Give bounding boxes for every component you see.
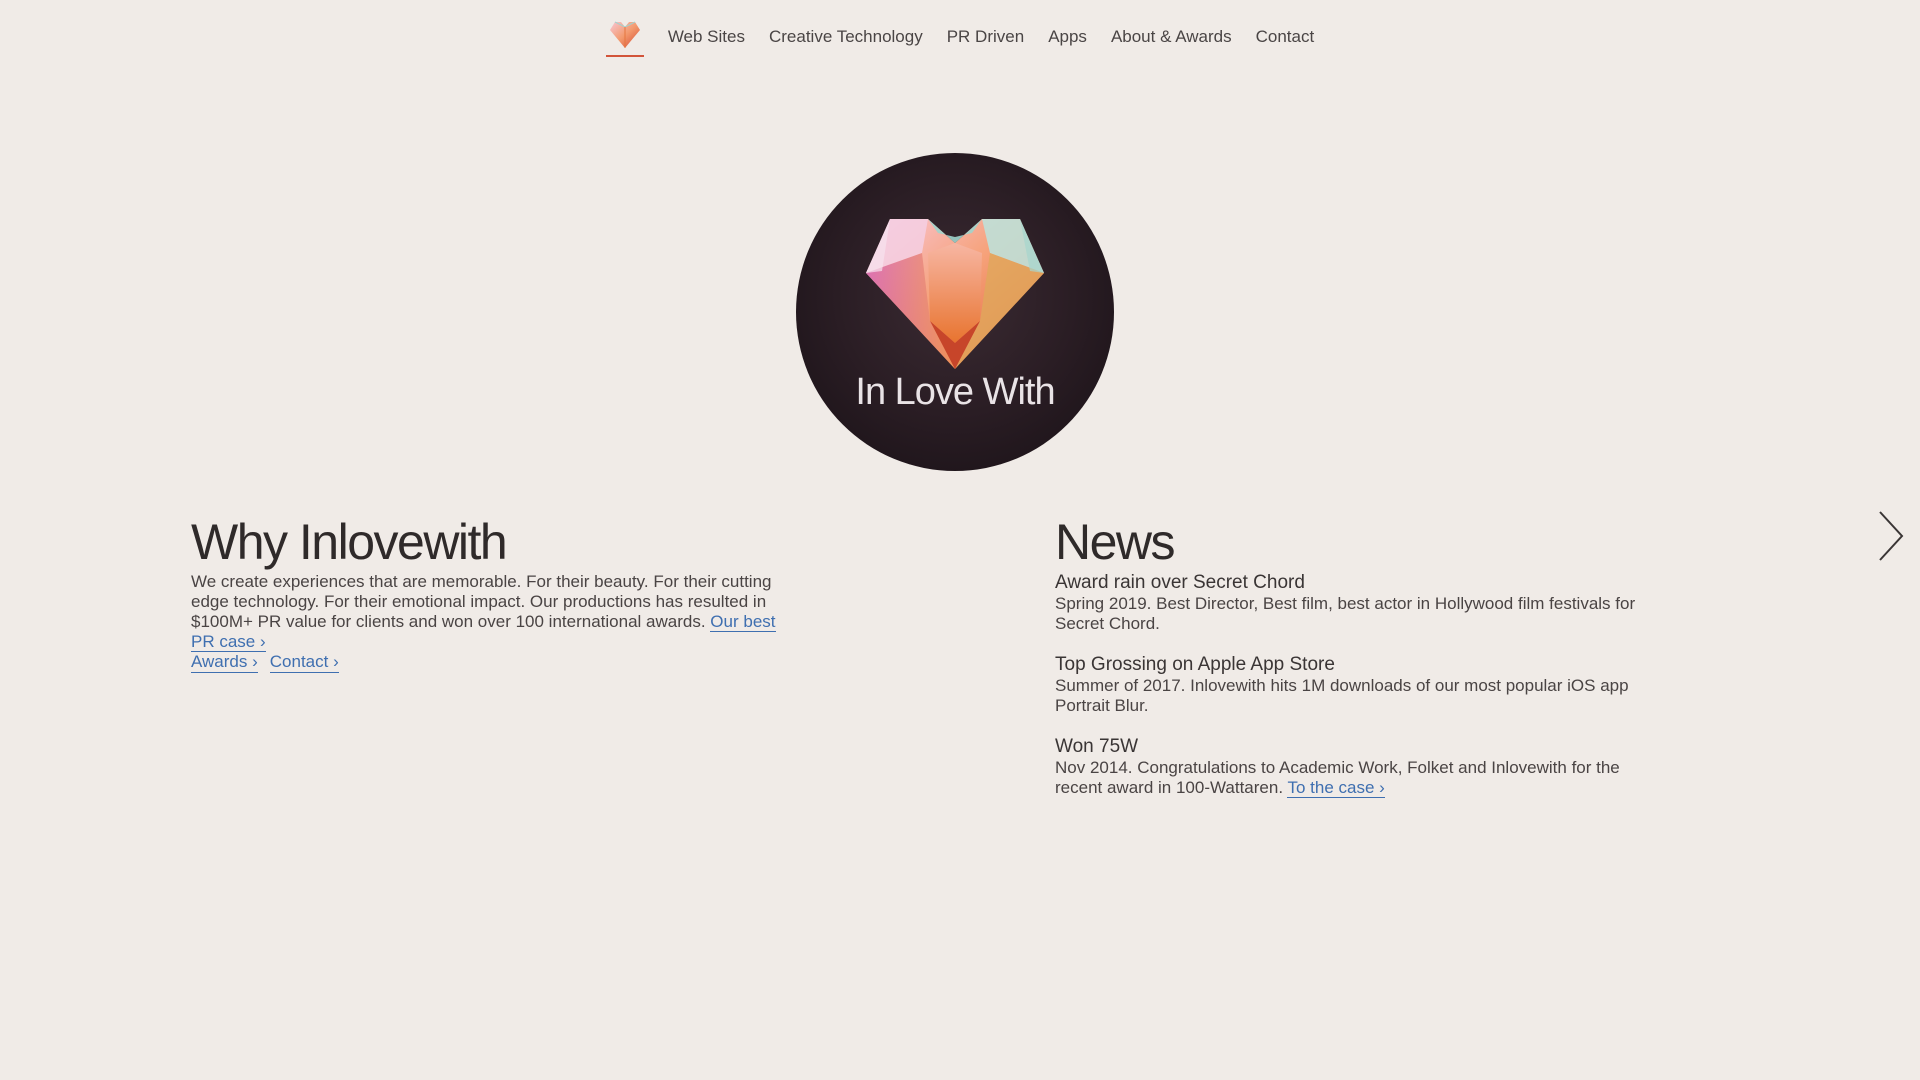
nav-about-awards[interactable]: About & Awards [1111, 27, 1232, 47]
why-text: We create experiences that are memorable… [191, 572, 791, 652]
news-item-text: Nov 2014. Congratulations to Academic Wo… [1055, 758, 1655, 798]
nav-contact[interactable]: Contact [1256, 27, 1315, 47]
nav-pr-driven[interactable]: PR Driven [947, 27, 1024, 47]
why-section: Why Inlovewith We create experiences tha… [191, 512, 791, 673]
news-section: News Award rain over Secret Chord Spring… [1055, 512, 1655, 818]
to-the-case-link[interactable]: To the case › [1287, 778, 1385, 798]
next-slide-button[interactable] [1876, 508, 1906, 564]
nav-items: Web Sites Creative Technology PR Driven … [605, 17, 1315, 57]
news-item-title: Top Grossing on Apple App Store [1055, 654, 1335, 675]
awards-link[interactable]: Awards › [191, 652, 258, 673]
why-body: We create experiences that are memorable… [191, 572, 772, 631]
news-item-title: Won 75W [1055, 736, 1139, 757]
chevron-right-icon [1879, 511, 1904, 561]
contact-link[interactable]: Contact › [269, 652, 339, 673]
home-logo-button[interactable] [605, 17, 644, 57]
top-nav: Web Sites Creative Technology PR Driven … [0, 0, 1920, 74]
hero-wordmark: In Love With [855, 371, 1055, 413]
why-title: Why Inlovewith [191, 514, 508, 570]
crystal-heart-icon [866, 219, 1044, 369]
news-item-title: Award rain over Secret Chord [1055, 572, 1305, 593]
nav-web-sites[interactable]: Web Sites [668, 27, 745, 47]
news-title: News [1055, 514, 1176, 570]
nav-apps[interactable]: Apps [1048, 27, 1087, 47]
nav-creative-technology[interactable]: Creative Technology [769, 27, 923, 47]
news-item-text: Spring 2019. Best Director, Best film, b… [1055, 594, 1636, 633]
why-links: Awards › Contact › [191, 652, 791, 673]
hero-logo-circle: In Love With [796, 153, 1114, 471]
heart-logo-icon [609, 21, 640, 48]
news-item: Award rain over Secret Chord Spring 2019… [1055, 572, 1655, 634]
news-item: Won 75W Nov 2014. Congratulations to Aca… [1055, 736, 1655, 798]
news-item: Top Grossing on Apple App Store Summer o… [1055, 654, 1655, 716]
news-item-text: Summer of 2017. Inlovewith hits 1M downl… [1055, 676, 1629, 715]
